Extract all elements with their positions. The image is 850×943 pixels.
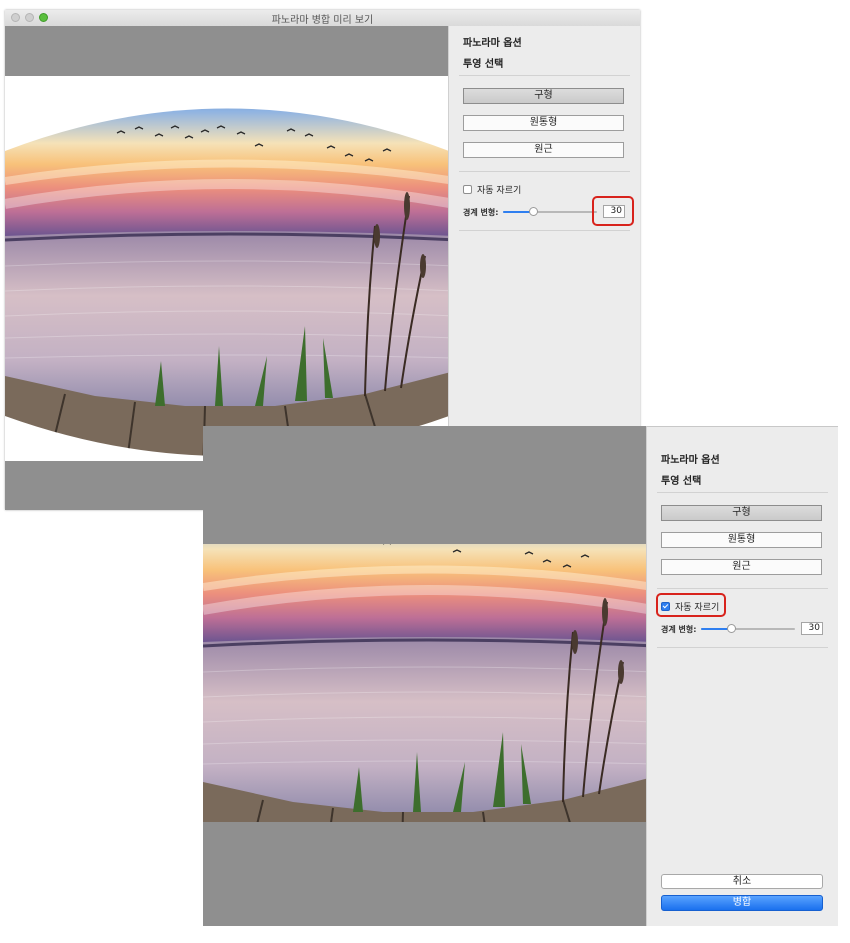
divider (459, 75, 630, 76)
cancel-button[interactable]: 취소 (661, 874, 823, 889)
boundary-warp-slider[interactable] (503, 207, 597, 216)
projection-cylindrical-button[interactable]: 원통형 (661, 532, 822, 548)
divider (657, 492, 828, 493)
auto-crop-label: 자동 자르기 (477, 186, 522, 196)
window-title: 파노라마 병합 미리 보기 (271, 15, 374, 26)
auto-crop-checkbox[interactable] (463, 185, 472, 194)
panorama-preview-window-cropped: 파노라마 옵션 투영 선택 구형 원통형 원근 자동 자르기 경계 변형: 30… (203, 426, 838, 926)
slider-thumb[interactable] (727, 624, 737, 633)
projection-spherical-button[interactable]: 구형 (463, 88, 624, 104)
projection-heading: 투영 선택 (463, 59, 504, 70)
slider-thumb[interactable] (529, 207, 539, 216)
panorama-preview (203, 426, 647, 926)
projection-spherical-button[interactable]: 구형 (661, 505, 822, 521)
title-bar: 파노라마 병합 미리 보기 (5, 10, 640, 27)
projection-perspective-button[interactable]: 원근 (661, 559, 822, 575)
boundary-warp-label: 경계 변형: (661, 625, 697, 634)
boundary-warp-label: 경계 변형: (463, 208, 499, 217)
divider (657, 647, 828, 648)
boundary-warp-row: 경계 변형: 30 (661, 622, 826, 636)
boundary-warp-value-field[interactable]: 30 (801, 622, 823, 635)
options-heading: 파노라마 옵션 (661, 455, 720, 466)
panorama-options-panel: 파노라마 옵션 투영 선택 구형 원통형 원근 자동 자르기 경계 변형: 30… (646, 426, 838, 926)
panorama-image-cropped (203, 426, 647, 926)
projection-cylindrical-button[interactable]: 원통형 (463, 115, 624, 131)
projection-heading: 투영 선택 (661, 476, 702, 487)
divider (459, 171, 630, 172)
boundary-warp-slider[interactable] (701, 624, 795, 633)
projection-perspective-button[interactable]: 원근 (463, 142, 624, 158)
highlight-boundary-warp-value (592, 196, 634, 226)
auto-crop-row[interactable]: 자동 자르기 (463, 183, 521, 196)
highlight-auto-crop (656, 593, 726, 617)
divider (459, 230, 630, 231)
divider (657, 588, 828, 589)
options-heading: 파노라마 옵션 (463, 38, 522, 49)
merge-button[interactable]: 병합 (661, 895, 823, 911)
